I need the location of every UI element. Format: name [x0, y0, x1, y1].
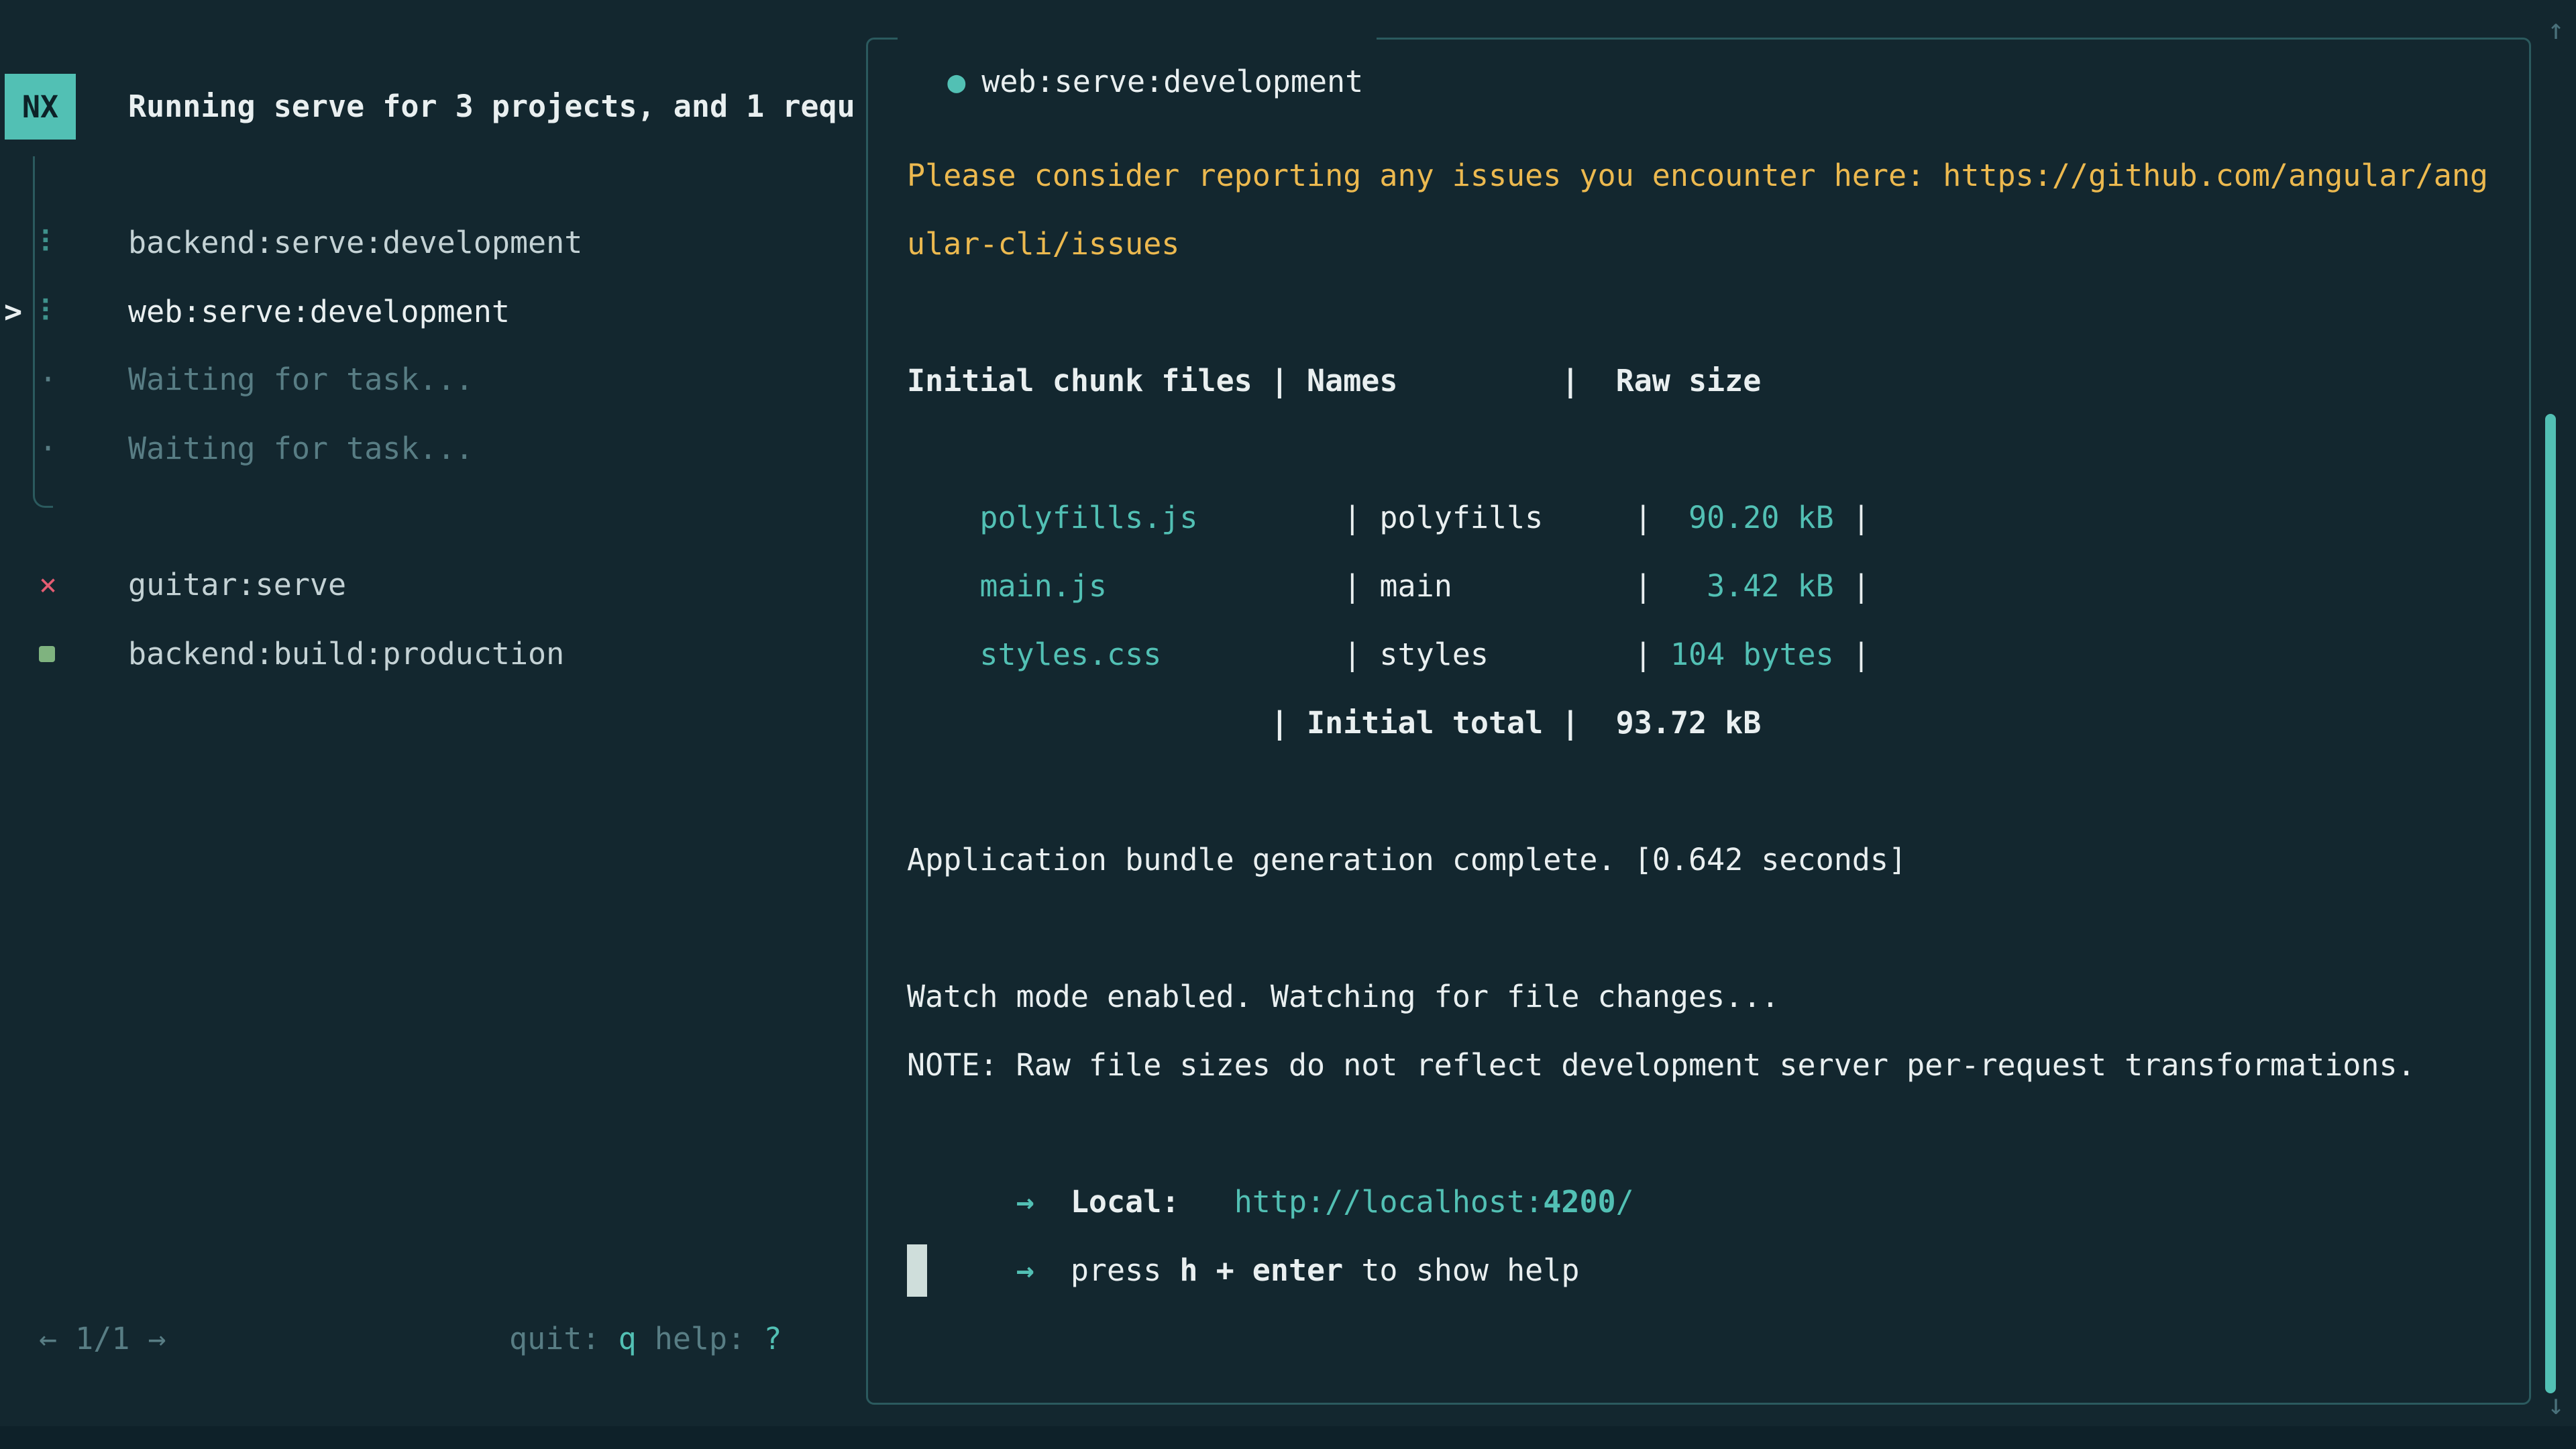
terminal-cursor — [907, 1244, 927, 1297]
note-message: NOTE: Raw file sizes do not reflect deve… — [907, 1031, 2517, 1099]
panel-title-text: web:serve:development — [981, 64, 1363, 99]
terminal-output: Please consider reporting any issues you… — [907, 142, 2517, 1305]
nx-logo: NX — [5, 74, 76, 140]
scroll-down-arrow[interactable]: ↓ — [2540, 1384, 2572, 1426]
spinner-icon: ⠇ — [39, 278, 61, 346]
task-item-guitar-serve[interactable]: × guitar:serve — [0, 551, 865, 619]
blank-line — [907, 757, 2517, 826]
help-key: ? — [763, 1321, 782, 1356]
chunk-row-main: main.js | main | 3.42 kB | — [907, 484, 2517, 552]
running-bullet-icon: ● — [947, 64, 965, 99]
window-edge — [0, 1426, 2576, 1449]
task-item-backend-serve[interactable]: ⠇ backend:serve:development — [0, 209, 865, 277]
failed-x-icon: × — [39, 551, 57, 619]
task-item-waiting-2[interactable]: · Waiting for task... — [0, 415, 865, 483]
help-hint-label: help: — [637, 1321, 764, 1356]
success-square-icon — [39, 646, 55, 662]
task-label: web:serve:development — [128, 278, 510, 346]
help-hint-line: → press h + enter to show help — [907, 1168, 2517, 1236]
bundle-complete-message: Application bundle generation complete. … — [907, 826, 2517, 894]
task-label: Waiting for task... — [128, 345, 474, 414]
quit-hint-label: quit: — [509, 1321, 619, 1356]
task-label: Waiting for task... — [128, 415, 474, 483]
notice-line-2: ular-cli/issues — [907, 210, 2517, 278]
waiting-dot-icon: · — [39, 345, 57, 414]
tasks-sidebar: NX Running serve for 3 projects, and 1 r… — [0, 0, 866, 1449]
task-item-web-serve-selected[interactable]: > ⠇ web:serve:development — [0, 278, 865, 346]
task-label: backend:serve:development — [128, 209, 582, 277]
blank-line — [907, 621, 2517, 689]
chunk-table-total: | Initial total | 93.72 kB — [907, 689, 2517, 757]
task-item-backend-build[interactable]: backend:build:production — [0, 620, 865, 688]
panel-title: ●web:serve:development — [898, 15, 1377, 60]
task-label: backend:build:production — [128, 620, 564, 688]
selection-chevron-icon: > — [4, 278, 22, 346]
scroll-up-arrow[interactable]: ↑ — [2540, 9, 2572, 50]
chunk-row-styles: styles.css | styles | 104 bytes | — [907, 552, 2517, 621]
chunk-row-polyfills: polyfills.js | polyfills | 90.20 kB | — [907, 415, 2517, 484]
watch-mode-message: Watch mode enabled. Watching for file ch… — [907, 963, 2517, 1031]
spinner-icon: ⠇ — [39, 209, 61, 277]
task-label: guitar:serve — [128, 551, 346, 619]
notice-line-1: Please consider reporting any issues you… — [907, 142, 2517, 210]
cursor-line — [907, 1236, 2517, 1305]
sidebar-heading: Running serve for 3 projects, and 1 requ — [128, 72, 865, 141]
scrollbar-thumb[interactable] — [2545, 414, 2556, 1393]
quit-key: q — [619, 1321, 637, 1356]
waiting-dot-icon: · — [39, 415, 57, 483]
pagination[interactable]: ← 1/1 → — [39, 1305, 166, 1373]
blank-line — [907, 894, 2517, 963]
chunk-table-header: Initial chunk files | Names | Raw size — [907, 347, 2517, 415]
task-item-waiting-1[interactable]: · Waiting for task... — [0, 345, 865, 414]
blank-line — [907, 278, 2517, 347]
local-url-line: → Local: http://localhost:4200/ — [907, 1099, 2517, 1168]
keyboard-hints: quit: q help: ? — [509, 1305, 782, 1373]
